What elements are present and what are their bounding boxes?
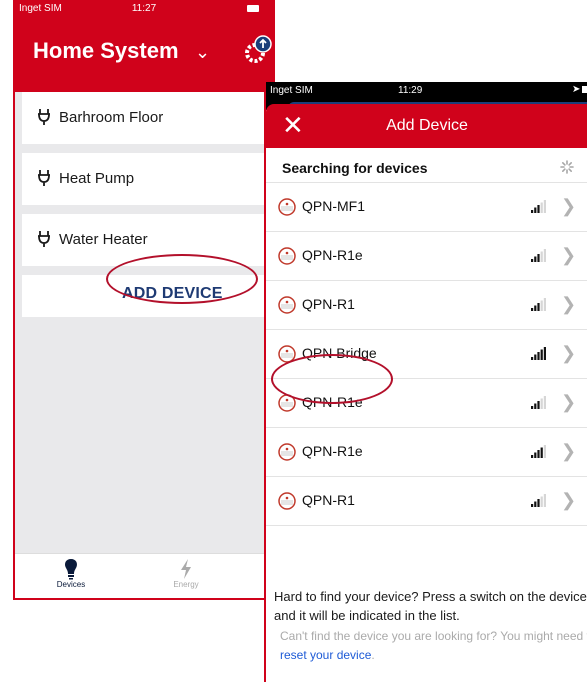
signal-strength-icon [531, 396, 546, 409]
device-name: QPN-MF1 [302, 198, 365, 214]
chevron-right-icon: ❯ [561, 392, 577, 412]
device-name: QPN-R1e [302, 443, 363, 459]
home-title[interactable]: Home System [33, 38, 179, 64]
tab-devices-label: Devices [56, 580, 86, 589]
loading-spinner-icon [560, 160, 574, 174]
device-icon [278, 492, 296, 510]
tab-devices[interactable]: Devices [41, 558, 101, 589]
device-row-6[interactable]: QPN-R1 ❯ [266, 477, 587, 526]
partially-hidden-row [266, 526, 587, 544]
chevron-right-icon: ❯ [561, 196, 577, 216]
clock: 11:27 [131, 3, 157, 14]
device-name: QPN-R1 [302, 492, 355, 508]
modal-header: ✕ Add Device [266, 104, 587, 148]
top-bar: Home System ⌄ [15, 18, 273, 92]
status-bar: Inget SIM 11:27 [15, 0, 273, 18]
device-row-1[interactable]: QPN-R1e ❯ [266, 232, 587, 281]
reset-device-link[interactable]: reset your device [280, 648, 371, 662]
settings-gear-icon[interactable] [242, 32, 275, 66]
chevron-right-icon: ❯ [561, 294, 577, 314]
hint-subtext: Can't find the device you are looking fo… [280, 627, 587, 665]
device-row-1[interactable]: Heat Pump [22, 153, 273, 205]
searching-row: Searching for devices [266, 148, 587, 183]
carrier-label: Inget SIM [270, 85, 313, 96]
signal-strength-icon [531, 494, 546, 507]
device-row-2[interactable]: QPN-R1 ❯ [266, 281, 587, 330]
plug-icon [38, 170, 50, 186]
chevron-right-icon: ❯ [561, 441, 577, 461]
device-label: Heat Pump [59, 170, 135, 187]
signal-strength-icon [531, 249, 546, 262]
highlight-ellipse-add-device [106, 254, 258, 304]
device-row-0[interactable]: QPN-MF1 ❯ [266, 183, 587, 232]
battery-icon [247, 5, 259, 12]
chevron-right-icon: ❯ [561, 343, 577, 363]
signal-strength-icon [531, 445, 546, 458]
tab-energy[interactable]: Energy [156, 558, 216, 589]
device-label: Barhroom Floor [59, 109, 164, 126]
hint-subtext-body: Can't find the device you are looking fo… [280, 629, 587, 643]
device-icon [278, 198, 296, 216]
lightning-icon [181, 559, 191, 579]
modal-title: Add Device [386, 117, 468, 134]
plug-icon [38, 231, 50, 247]
tab-bar: Devices Energy [15, 553, 273, 598]
device-icon [278, 296, 296, 314]
signal-strength-icon [531, 200, 546, 213]
clock: 11:29 [398, 85, 423, 96]
plug-icon [38, 109, 50, 125]
chevron-right-icon: ❯ [561, 490, 577, 510]
searching-label: Searching for devices [282, 160, 428, 176]
device-row-5[interactable]: QPN-R1e ❯ [266, 428, 587, 477]
device-label: Water Heater [59, 231, 148, 248]
chevron-right-icon: ❯ [561, 245, 577, 265]
device-icon [278, 443, 296, 461]
tab-energy-label: Energy [173, 580, 199, 589]
battery-icon [582, 86, 587, 93]
highlight-ellipse-qpn-bridge [271, 354, 393, 404]
lightbulb-icon [65, 559, 77, 580]
hint-text: Hard to find your device? Press a switch… [274, 587, 587, 625]
hint-subtext-end: . [371, 648, 375, 662]
device-name: QPN-R1e [302, 247, 363, 263]
signal-strength-icon [531, 347, 546, 360]
location-arrow-icon: ➤ [572, 84, 581, 95]
device-row-0[interactable]: Barhroom Floor [22, 92, 273, 144]
signal-strength-icon [531, 298, 546, 311]
chevron-down-icon[interactable]: ⌄ [195, 42, 210, 63]
device-icon [278, 247, 296, 265]
device-name: QPN-R1 [302, 296, 355, 312]
